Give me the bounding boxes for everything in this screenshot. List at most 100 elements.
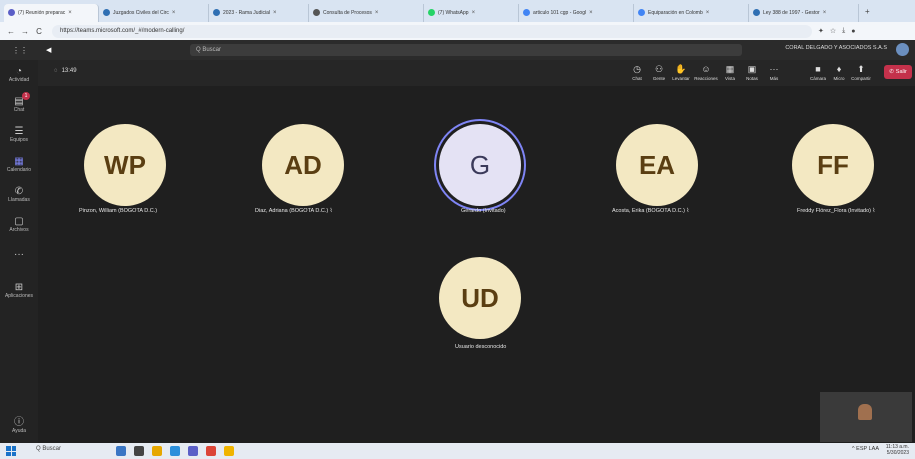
- help-icon: ⓘ: [14, 417, 24, 428]
- rail-item-label: Calendario: [6, 167, 32, 173]
- shield-icon: ◌: [54, 68, 58, 74]
- more-icon: ···: [14, 249, 24, 260]
- back-icon[interactable]: ←: [6, 27, 16, 36]
- tab-label: Equiparación en Colomb: [648, 9, 703, 16]
- tab-label: Consulta de Procesos: [323, 9, 372, 16]
- control-label: Compartir: [851, 76, 871, 81]
- people-button[interactable]: ⚇ Gente: [650, 64, 668, 81]
- reload-icon[interactable]: C: [34, 27, 44, 36]
- tab-close-icon[interactable]: ×: [706, 10, 710, 16]
- search-input[interactable]: Q Buscar: [190, 44, 742, 56]
- org-name[interactable]: CORAL DELGADO Y ASOCIADOS S.A.S: [785, 45, 887, 51]
- more-icon: ···: [769, 64, 779, 74]
- rail-item-label: Aplicaciones: [4, 293, 34, 299]
- control-label: Vista: [725, 76, 735, 81]
- taskbar-taskview-icon[interactable]: [134, 446, 144, 456]
- taskbar-search[interactable]: Q Buscar: [36, 446, 61, 452]
- forward-icon[interactable]: →: [20, 27, 30, 36]
- tab-close-icon[interactable]: ×: [273, 10, 277, 16]
- tab-close-icon[interactable]: ×: [68, 10, 72, 16]
- download-icon[interactable]: ⤓: [842, 27, 845, 35]
- rail-item-label: Equipos: [9, 137, 29, 143]
- browser-tab[interactable]: Consulta de Procesos ×: [309, 3, 424, 22]
- rail-item-activity[interactable]: ◔ Actividad: [0, 60, 38, 90]
- control-label: Reacciones: [694, 76, 718, 81]
- browser-tab[interactable]: Ley 388 de 1997 - Gestor ×: [749, 3, 859, 22]
- system-tray[interactable]: ^ ESP LAA: [852, 446, 879, 452]
- share-icon: ⬆: [857, 64, 865, 74]
- participant-name: Gerardo (Invitado): [461, 208, 506, 214]
- browser-tab[interactable]: (7) Reunión preparac ×: [4, 3, 99, 22]
- rail-item-apps[interactable]: ⊞ Aplicaciones: [0, 276, 38, 306]
- tab-label: Ley 388 de 1997 - Gestor: [763, 9, 820, 16]
- clock[interactable]: 11:13 a.m. 5/30/2023: [886, 444, 909, 456]
- view-button[interactable]: ▦ Vista: [721, 64, 739, 81]
- leave-button[interactable]: ✆ Salir: [884, 65, 912, 79]
- extensions-icon[interactable]: ✦: [818, 27, 824, 35]
- share-button[interactable]: ⬆ Compartir: [851, 64, 871, 81]
- taskbar-edge-icon[interactable]: [170, 446, 180, 456]
- taskbar-weather-icon[interactable]: [116, 446, 126, 456]
- self-video-person: [858, 404, 872, 420]
- control-label: Levantar: [672, 76, 690, 81]
- rail-item-label: Ayuda: [11, 428, 27, 434]
- apps-icon: ⊞: [14, 282, 24, 293]
- tab-close-icon[interactable]: ×: [172, 10, 176, 16]
- rail-item-files[interactable]: ▢ Archivos: [0, 210, 38, 240]
- tab-label: (7) WhatsApp: [438, 9, 469, 16]
- camera-icon: ■: [815, 64, 821, 74]
- browser-tab[interactable]: Juzgados Civiles del Circ ×: [99, 3, 209, 22]
- tab-close-icon[interactable]: ×: [589, 10, 593, 16]
- favorite-star-icon[interactable]: ☆: [830, 27, 836, 35]
- browser-tab[interactable]: Equiparación en Colomb ×: [634, 3, 749, 22]
- participant-avatar[interactable]: FF: [792, 124, 874, 206]
- reactions-button[interactable]: ☺ Reacciones: [694, 64, 718, 81]
- mic-icon: ♦: [836, 64, 842, 74]
- rail-item-help[interactable]: ⓘ Ayuda: [0, 411, 38, 441]
- taskbar-explorer-icon[interactable]: [152, 446, 162, 456]
- user-avatar[interactable]: [896, 43, 909, 56]
- calendar-icon: ▦: [14, 156, 24, 167]
- rail-item-label: Archivos: [9, 227, 29, 233]
- rail-item-teams[interactable]: ☰ Equipos: [0, 120, 38, 150]
- raise-hand-button[interactable]: ✋ Levantar: [672, 64, 690, 81]
- browser-tab-strip: (7) Reunión preparac × Juzgados Civiles de…: [0, 0, 915, 22]
- people-icon: ⚇: [654, 64, 664, 74]
- browser-tab[interactable]: (7) WhatsApp ×: [424, 3, 519, 22]
- profile-icon[interactable]: ●: [851, 28, 855, 35]
- camera-button[interactable]: ■ Cámara: [809, 64, 827, 81]
- url-field[interactable]: https://teams.microsoft.com/_#/modern-ca…: [52, 24, 812, 38]
- taskbar-folder-icon[interactable]: [224, 446, 234, 456]
- chat-button[interactable]: ◷ Chat: [628, 64, 646, 81]
- app-launcher-icon[interactable]: ⋮⋮: [12, 46, 28, 55]
- chat-icon: ◷: [633, 64, 641, 74]
- tab-close-icon[interactable]: ×: [375, 10, 379, 16]
- participant-avatar[interactable]: EA: [616, 124, 698, 206]
- control-label: Gente: [652, 76, 666, 81]
- taskbar-chrome-icon[interactable]: [206, 446, 216, 456]
- participant-avatar[interactable]: AD: [262, 124, 344, 206]
- browser-tab[interactable]: articulo 101 cgp - Googl ×: [519, 3, 634, 22]
- mic-button[interactable]: ♦ Micro: [830, 64, 848, 81]
- taskbar-teams-icon[interactable]: [188, 446, 198, 456]
- participant-avatar[interactable]: WP: [84, 124, 166, 206]
- participant-avatar[interactable]: G: [439, 124, 521, 206]
- rail-item-more[interactable]: ···: [0, 240, 38, 270]
- back-nav-icon[interactable]: ◀: [46, 46, 51, 54]
- address-bar-row: ← → C https://teams.microsoft.com/_#/mod…: [0, 22, 915, 40]
- participant-avatar[interactable]: UD: [439, 257, 521, 339]
- rail-item-calls[interactable]: ✆ Llamadas: [0, 180, 38, 210]
- rail-item-calendar[interactable]: ▦ Calendario: [0, 150, 38, 180]
- browser-tab[interactable]: 2023 - Rama Judicial ×: [209, 3, 309, 22]
- new-tab-button[interactable]: +: [865, 7, 870, 16]
- tab-close-icon[interactable]: ×: [472, 10, 476, 16]
- notes-button[interactable]: ▣ Notas: [743, 64, 761, 81]
- windows-start-icon[interactable]: [6, 446, 16, 456]
- reactions-icon: ☺: [701, 64, 711, 74]
- more-button[interactable]: ··· Más: [765, 64, 783, 81]
- files-icon: ▢: [14, 216, 24, 227]
- rail-item-chat[interactable]: ▤ Chat 1: [0, 90, 38, 120]
- rail-item-label: Actividad: [8, 77, 30, 83]
- tab-close-icon[interactable]: ×: [823, 10, 827, 16]
- raise-hand-icon: ✋: [675, 64, 687, 74]
